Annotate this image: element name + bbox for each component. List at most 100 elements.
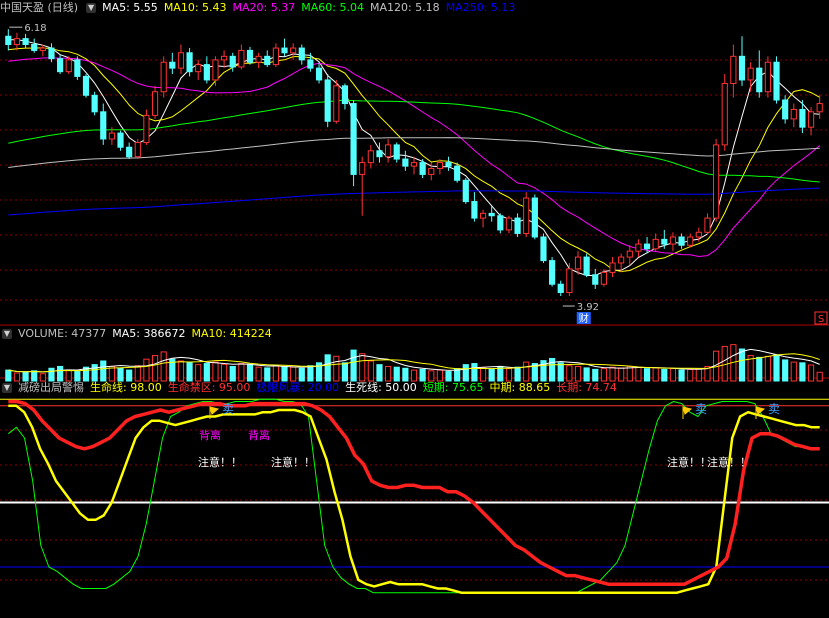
volume-bar [807,364,815,382]
volume-bar [212,361,219,382]
ma-line-250 [8,187,820,216]
volume-bar [738,348,746,382]
dropdown-icon[interactable]: ▼ [86,3,97,13]
candle [687,233,694,248]
attention-label: 注意！！ [667,455,711,469]
candle [13,32,21,51]
attention-label: 注意！！ [198,455,242,469]
chart-canvas[interactable]: 6.183.92财 S卖卖卖背离 背离注意！！ 注意！！ 注意！！注意！！ [0,0,829,615]
candle [497,213,504,234]
volume-bar [160,351,167,382]
volume-bar [255,366,262,382]
volume-bar [341,362,349,382]
candle [376,142,383,163]
candle [652,233,659,252]
volume-bar [583,367,590,382]
candle [678,233,685,249]
candle [272,43,279,67]
candle [281,38,288,57]
candle [255,52,262,69]
candle [238,44,245,70]
candle [169,52,176,75]
attention-label: 注意！！ [271,455,315,469]
volume-bar [505,368,513,382]
volume-bar [5,369,12,382]
candle [5,29,12,51]
candle [298,44,305,65]
volume-bar [134,365,141,382]
volume-bar [799,362,806,382]
volume-bar [488,368,495,382]
price-header: 中国天盈 (日线) ▼ MA5: 5.55 MA10: 5.43 MA20: 5.37 M… [0,1,527,15]
volume-bar [48,367,55,382]
volume-bar [290,366,297,382]
volume-bar [445,371,452,382]
volume-bar [385,365,392,382]
volume-bar [609,366,616,382]
candle [100,103,107,145]
candle [540,233,547,263]
divergence-label: 背离 [199,428,221,442]
candle [350,100,357,187]
volume-bar [376,364,383,382]
sell-label: 卖 [768,402,780,416]
volume-bar [272,365,279,382]
volume-bar [419,368,426,382]
volume-bar [635,366,642,382]
volume-bar [367,360,374,382]
candle [82,74,90,98]
ma-label-2: MA20: 5.37 [232,1,296,14]
volume-bar [566,365,573,382]
candle [764,56,771,98]
candle [626,245,633,266]
volume-bar [31,370,38,382]
event-marker-text: 财 [579,312,589,325]
candle [782,95,789,124]
volume-dropdown-icon[interactable]: ▼ [2,329,12,339]
volume-bar [151,355,159,382]
indicator-label-0: 减磅出局警惕 [18,381,84,394]
volume-bar [523,361,530,382]
volume-bar [782,359,789,382]
candle [479,209,487,228]
indicator-dropdown-icon[interactable]: ▼ [2,383,12,393]
candle [359,156,366,216]
candle [471,192,478,222]
volume-bar [108,365,115,382]
low-price-label: 3.92 [577,302,599,313]
candle [454,162,461,183]
candle [341,83,349,110]
volume-bar [790,361,797,382]
volume-label-2: MA10: 414224 [191,327,272,340]
volume-bar [324,354,331,382]
volume-bar [695,368,702,382]
volume-bar [238,363,245,382]
volume-bar [65,369,72,382]
candle [643,236,651,254]
chart-stage: 6.18 3.92 财 S 卖卖卖背离 背离 注意！！ 注意！！ 注意！！ 注意！！ 中国天盈 (… [0,0,829,615]
candle [514,213,521,237]
candle [212,56,219,86]
volume-bar [359,353,366,382]
volume-bar [410,369,418,382]
volume-bar [402,367,409,382]
candle [402,150,409,171]
indicator-label-3: 极限风暴: 20.00 [256,381,340,394]
volume-bar [350,349,357,382]
indicator-label-5: 短期: 75.65 [422,381,484,394]
indicator-label-2: 生命禁区: 95.00 [167,381,251,394]
candle [557,280,564,297]
indicator-label-7: 长期: 74.74 [556,381,617,394]
volume-bar [773,354,780,382]
volume-bar [186,362,193,382]
ma-label-4: MA120: 5.18 [369,1,440,14]
volume-label-0: VOLUME: 47377 [18,327,107,340]
volume-bar [687,368,694,382]
candle [549,257,556,287]
candle [333,79,340,124]
volume-bar [557,362,564,382]
stock-title[interactable]: 中国天盈 (日线) [0,1,78,14]
ma-label-0: MA5: 5.55 [102,1,158,14]
volume-bar [74,371,81,382]
volume-bar [307,365,314,382]
